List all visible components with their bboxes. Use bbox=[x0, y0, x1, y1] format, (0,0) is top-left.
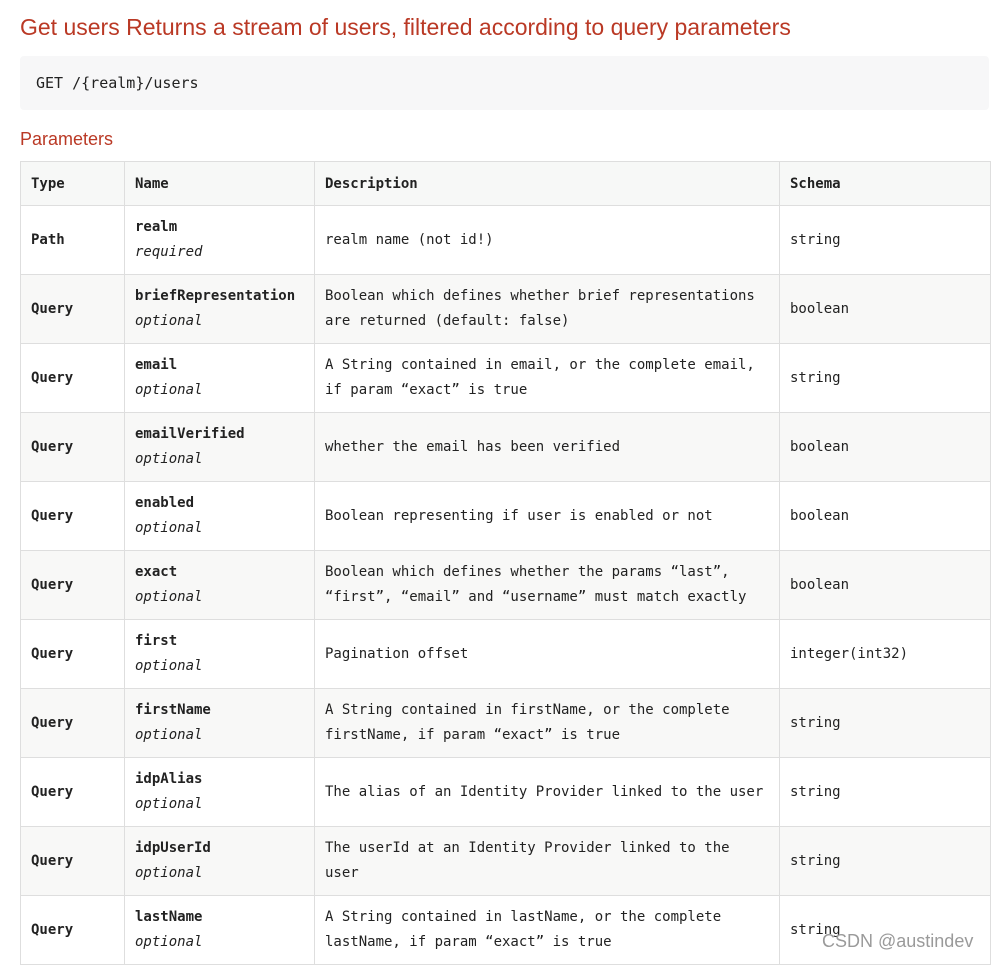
param-name-cell: idpAlias optional bbox=[124, 757, 315, 827]
param-requirement: optional bbox=[135, 727, 203, 743]
table-row: Query emailVerified optional whether the em… bbox=[20, 412, 991, 482]
param-name-cell: realm required bbox=[124, 205, 315, 275]
param-type: Query bbox=[20, 550, 125, 620]
param-description: Boolean which defines whether brief repr… bbox=[314, 274, 780, 344]
param-description: Boolean which defines whether the params… bbox=[314, 550, 780, 620]
param-name: idpUserId bbox=[135, 840, 211, 856]
table-row: Query lastName optional A String contained … bbox=[20, 895, 991, 965]
table-row: Query exact optional Boolean which defines … bbox=[20, 550, 991, 620]
param-type: Query bbox=[20, 274, 125, 344]
param-description: Pagination offset bbox=[314, 619, 780, 689]
watermark: CSDN @austindev bbox=[822, 931, 974, 951]
param-type: Query bbox=[20, 895, 125, 965]
param-type: Query bbox=[20, 688, 125, 758]
param-type: Query bbox=[20, 619, 125, 689]
param-type: Query bbox=[20, 481, 125, 551]
param-name-cell: idpUserId optional bbox=[124, 826, 315, 896]
param-name-cell: lastName optional bbox=[124, 895, 315, 965]
param-description: Boolean representing if user is enabled … bbox=[314, 481, 780, 551]
param-name: enabled bbox=[135, 495, 195, 511]
param-type: Path bbox=[20, 205, 125, 275]
param-name: email bbox=[135, 357, 178, 373]
param-requirement: required bbox=[135, 244, 203, 260]
param-schema: string bbox=[779, 895, 991, 965]
table-row: Query idpUserId optional The userId at an I… bbox=[20, 826, 991, 896]
param-schema: string bbox=[779, 343, 991, 413]
param-description: A String contained in firstName, or the … bbox=[314, 688, 780, 758]
param-description: whether the email has been verified bbox=[314, 412, 780, 482]
table-row: Query idpAlias optional The alias of an Ide… bbox=[20, 757, 991, 827]
param-requirement: optional bbox=[135, 313, 203, 329]
param-requirement: optional bbox=[135, 451, 203, 467]
param-name-cell: firstName optional bbox=[124, 688, 315, 758]
param-requirement: optional bbox=[135, 658, 203, 674]
param-schema: integer(int32) bbox=[779, 619, 991, 689]
param-type: Query bbox=[20, 412, 125, 482]
param-schema: string bbox=[779, 826, 991, 896]
table-row: Query briefRepresentation optional Boolean … bbox=[20, 274, 991, 344]
table-header-row: Type Name Description Schema bbox=[20, 161, 991, 206]
endpoint-code-block: GET /{realm}/users bbox=[20, 56, 989, 110]
param-name-cell: briefRepresentation optional bbox=[124, 274, 315, 344]
header-name: Name bbox=[124, 161, 315, 206]
param-name-cell: exact optional bbox=[124, 550, 315, 620]
param-schema: string bbox=[779, 757, 991, 827]
table-row: Query email optional A String contained in … bbox=[20, 343, 991, 413]
param-description: realm name (not id!) bbox=[314, 205, 780, 275]
param-schema: string bbox=[779, 205, 991, 275]
param-name: exact bbox=[135, 564, 178, 580]
table-row: Query first optional Pagination offset integ… bbox=[20, 619, 991, 689]
param-requirement: optional bbox=[135, 382, 203, 398]
param-description: The userId at an Identity Provider linke… bbox=[314, 826, 780, 896]
param-requirement: optional bbox=[135, 934, 203, 950]
param-name: first bbox=[135, 633, 178, 649]
param-name-cell: emailVerified optional bbox=[124, 412, 315, 482]
param-schema: string bbox=[779, 688, 991, 758]
param-schema: boolean bbox=[779, 481, 991, 551]
param-description: A String contained in email, or the comp… bbox=[314, 343, 780, 413]
param-type: Query bbox=[20, 757, 125, 827]
param-requirement: optional bbox=[135, 865, 203, 881]
param-name: realm bbox=[135, 219, 178, 235]
parameters-table: Type Name Description Schema Path realm re… bbox=[20, 161, 991, 965]
param-description: A String contained in lastName, or the c… bbox=[314, 895, 780, 965]
page-title: Get users Returns a stream of users, fil… bbox=[20, 14, 791, 40]
param-name: idpAlias bbox=[135, 771, 203, 787]
table-row: Query firstName optional A String contained… bbox=[20, 688, 991, 758]
param-name-cell: email optional bbox=[124, 343, 315, 413]
table-row: Query enabled optional Boolean representing… bbox=[20, 481, 991, 551]
param-name: briefRepresentation bbox=[135, 288, 296, 304]
param-requirement: optional bbox=[135, 589, 203, 605]
header-type: Type bbox=[20, 161, 125, 206]
param-name-cell: first optional bbox=[124, 619, 315, 689]
param-schema: boolean bbox=[779, 274, 991, 344]
param-requirement: optional bbox=[135, 796, 203, 812]
param-schema: boolean bbox=[779, 550, 991, 620]
param-description: The alias of an Identity Provider linked… bbox=[314, 757, 780, 827]
table-row: Path realm required realm name (not id!) str… bbox=[20, 205, 991, 275]
param-name-cell: enabled optional bbox=[124, 481, 315, 551]
param-schema: boolean bbox=[779, 412, 991, 482]
header-schema: Schema bbox=[779, 161, 991, 206]
param-name: emailVerified bbox=[135, 426, 245, 442]
header-description: Description bbox=[314, 161, 780, 206]
param-type: Query bbox=[20, 826, 125, 896]
param-name: lastName bbox=[135, 909, 203, 925]
param-requirement: optional bbox=[135, 520, 203, 536]
param-name: firstName bbox=[135, 702, 211, 718]
section-title-parameters: Parameters bbox=[20, 129, 114, 149]
param-type: Query bbox=[20, 343, 125, 413]
